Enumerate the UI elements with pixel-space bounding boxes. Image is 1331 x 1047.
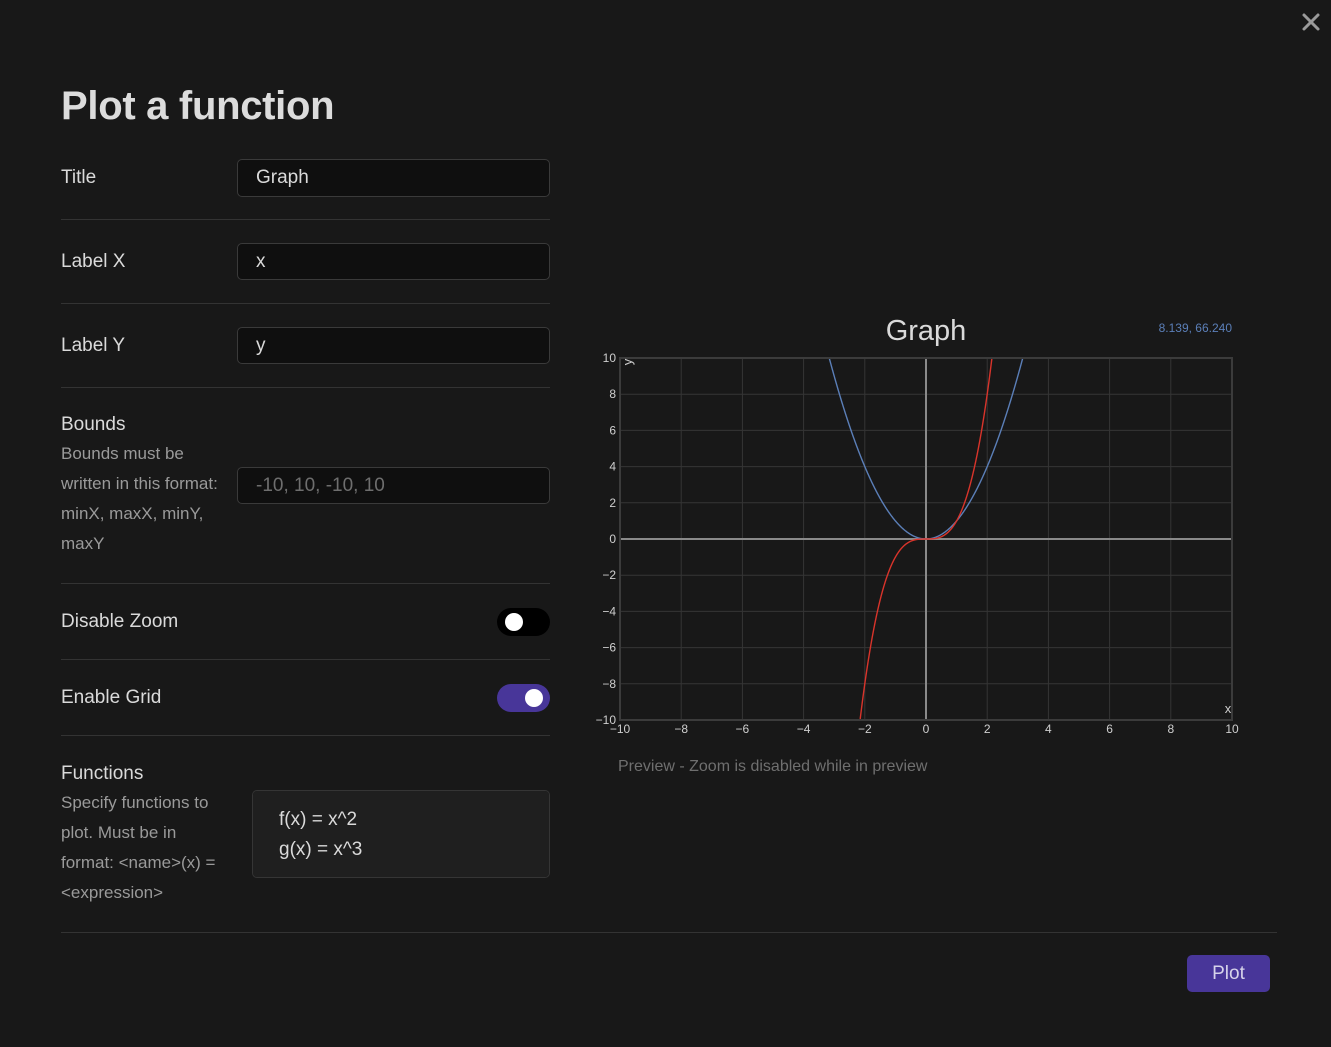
y-tick-label: −4 [602, 604, 616, 618]
enable-grid-row: Enable Grid [61, 683, 550, 735]
divider [61, 735, 550, 736]
graph-preview[interactable]: Graph 8.139, 66.240 x y −10 −8 −6 −4 −2 0 2 4 6 8… [590, 300, 1250, 750]
y-tick-label: 6 [609, 423, 616, 437]
x-tick-label: −4 [797, 722, 811, 736]
y-tick-label: 0 [609, 532, 616, 546]
y-tick-label: 4 [609, 460, 616, 474]
dialog-title: Plot a function [61, 84, 335, 128]
enable-grid-toggle[interactable] [497, 684, 550, 712]
y-tick-label: 2 [609, 496, 616, 510]
label-y-label: Label Y [61, 335, 126, 356]
x-tick-label: 2 [984, 722, 991, 736]
preview-note: Preview - Zoom is disabled while in prev… [618, 758, 928, 775]
divider [61, 219, 550, 220]
coordinate-readout: 8.139, 66.240 [1159, 321, 1233, 335]
x-tick-label: 8 [1167, 722, 1174, 736]
functions-textarea[interactable] [252, 790, 550, 878]
functions-row: Functions Specify functions to plot. Mus… [61, 761, 550, 911]
x-tick-label: 0 [923, 722, 930, 736]
y-tick-label: 10 [603, 351, 617, 365]
y-tick-label: −10 [596, 713, 617, 727]
divider [61, 387, 550, 388]
y-tick-label: −2 [602, 568, 616, 582]
x-tick-label: −8 [674, 722, 688, 736]
x-tick-label: 6 [1106, 722, 1113, 736]
footer-divider [61, 932, 1277, 933]
disable-zoom-label: Disable Zoom [61, 611, 179, 632]
y-axis-label: y [620, 358, 635, 365]
title-row: Title [61, 159, 550, 219]
x-tick-label: 4 [1045, 722, 1052, 736]
x-tick-label: −6 [736, 722, 750, 736]
label-x-row: Label X [61, 243, 550, 303]
bounds-row: Bounds Bounds must be written in this fo… [61, 412, 550, 582]
tick-labels: −10 −8 −6 −4 −2 0 2 4 6 8 10−10−8−6−4−20246810 [596, 351, 1239, 736]
x-axis-label: x [1225, 701, 1232, 716]
bounds-label: Bounds [61, 414, 126, 435]
disable-zoom-row: Disable Zoom [61, 607, 550, 659]
x-tick-label: 10 [1225, 722, 1239, 736]
label-x-input[interactable] [237, 243, 550, 280]
title-label: Title [61, 167, 97, 188]
functions-description: Specify functions to plot. Must be in fo… [61, 793, 216, 902]
functions-label: Functions [61, 763, 144, 784]
bounds-input[interactable] [237, 467, 550, 504]
chart-svg[interactable]: Graph 8.139, 66.240 x y −10 −8 −6 −4 −2 0 2 4 6 8… [590, 300, 1250, 750]
x-tick-label: −2 [858, 722, 872, 736]
plot-button[interactable]: Plot [1187, 955, 1270, 992]
chart-title: Graph [886, 315, 967, 347]
y-tick-label: 8 [609, 387, 616, 401]
y-tick-label: −8 [602, 677, 616, 691]
divider [61, 583, 550, 584]
toggle-knob [525, 689, 543, 707]
close-button[interactable] [1298, 9, 1324, 35]
disable-zoom-toggle[interactable] [497, 608, 550, 636]
label-y-row: Label Y [61, 327, 550, 387]
title-input[interactable] [237, 159, 550, 197]
close-x-icon [1302, 13, 1320, 31]
toggle-knob [505, 613, 523, 631]
enable-grid-label: Enable Grid [61, 687, 162, 708]
divider [61, 659, 550, 660]
label-x-label: Label X [61, 251, 126, 272]
label-y-input[interactable] [237, 327, 550, 364]
divider [61, 303, 550, 304]
bounds-description: Bounds must be written in this format: m… [61, 444, 218, 553]
y-tick-label: −6 [602, 641, 616, 655]
